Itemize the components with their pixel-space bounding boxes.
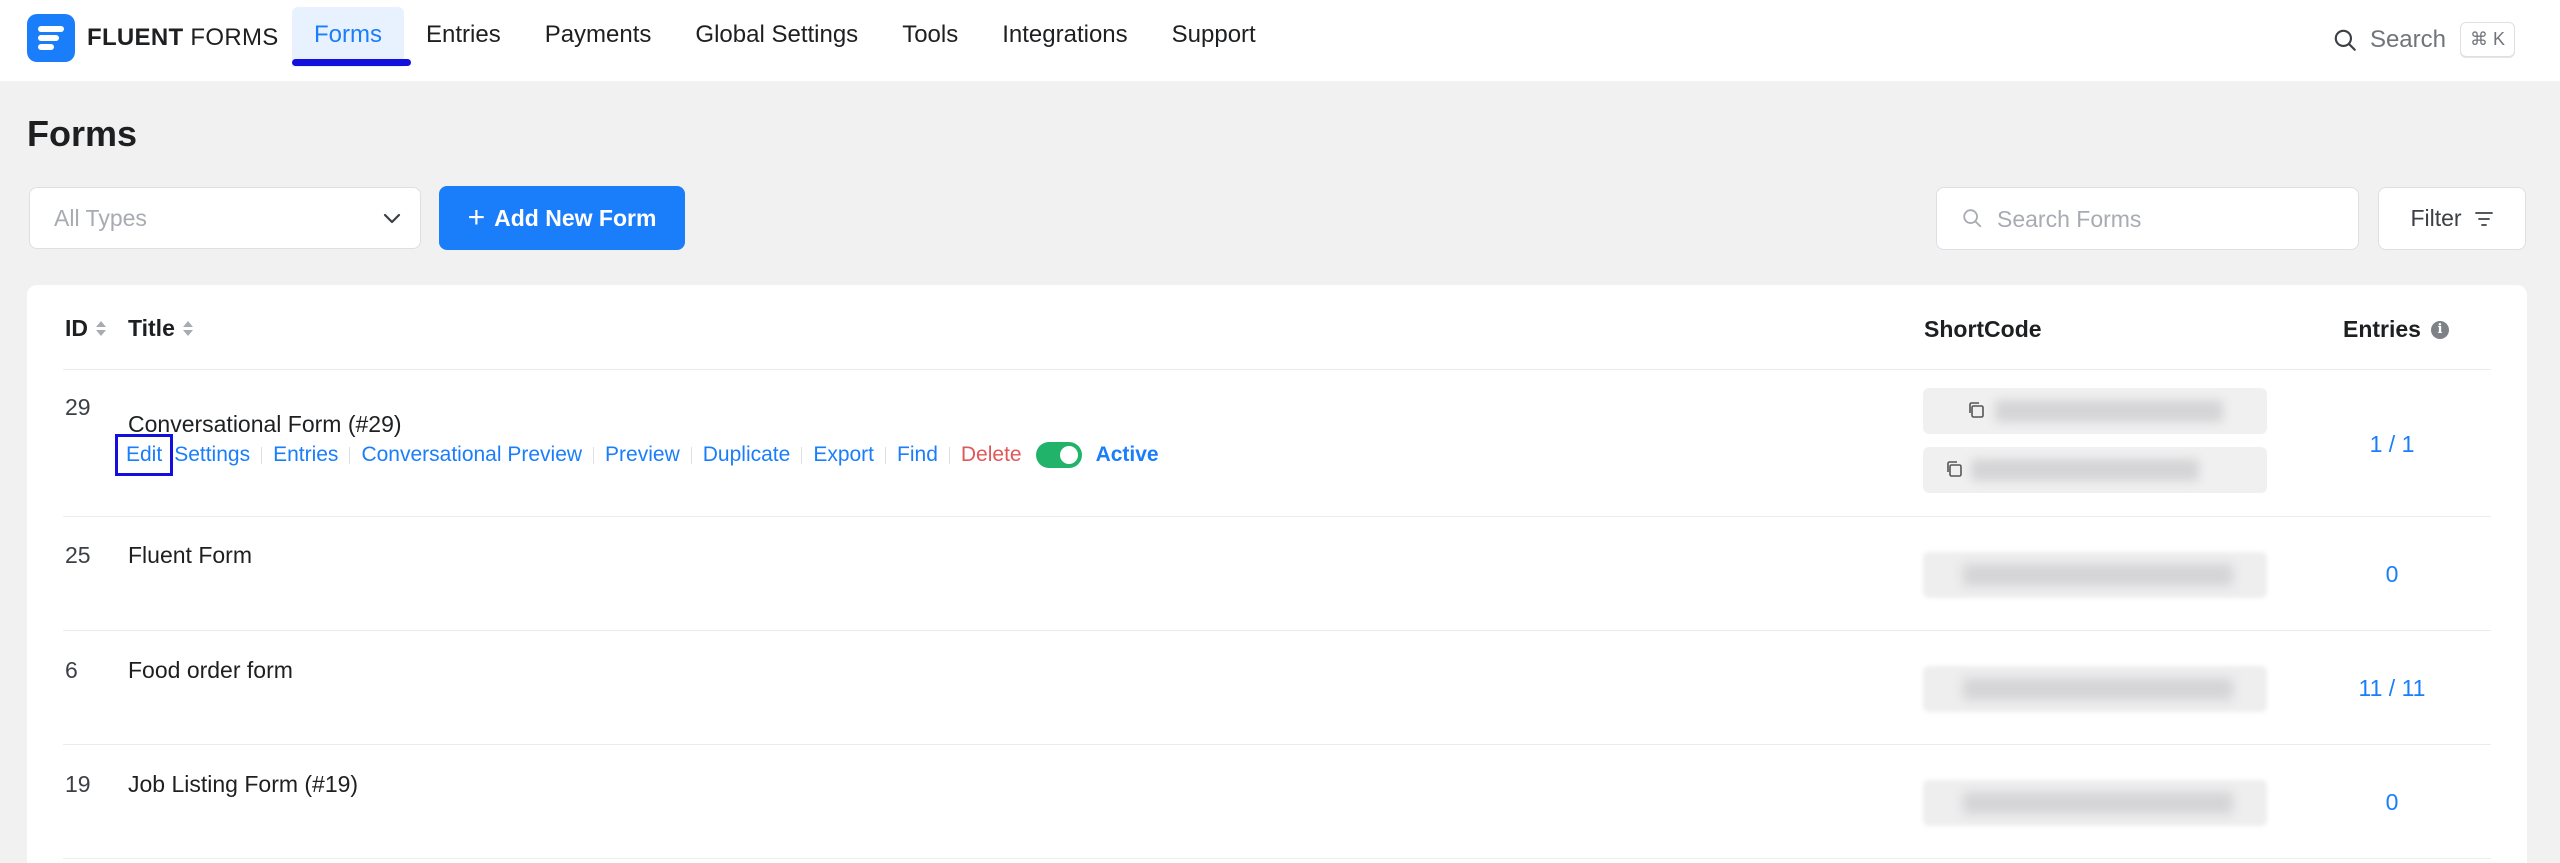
form-id: 19 — [65, 771, 91, 797]
entries-count-link[interactable]: 0 — [2332, 789, 2452, 816]
fluent-forms-logo-icon — [27, 14, 75, 62]
keyboard-shortcut-badge: ⌘ K — [2459, 22, 2515, 57]
form-title[interactable]: Fluent Form — [128, 542, 252, 569]
filter-label: Filter — [2410, 205, 2462, 231]
column-header-entries: Entries i — [2343, 316, 2449, 343]
header-divider — [63, 369, 2491, 370]
delete-action[interactable]: Delete — [961, 443, 1022, 467]
filter-button[interactable]: Filter — [2378, 187, 2526, 250]
entries-count-link[interactable]: 11 / 11 — [2332, 675, 2452, 702]
filter-icon — [2474, 211, 2493, 226]
action-separator — [690, 446, 692, 464]
action-separator — [885, 446, 887, 464]
sort-icon — [182, 321, 193, 336]
global-search[interactable]: Search ⌘ K — [2332, 22, 2515, 57]
info-icon[interactable]: i — [2430, 320, 2449, 339]
blurred-shortcode — [1963, 678, 2233, 700]
copy-icon — [1969, 402, 1984, 418]
nav-item-payments[interactable]: Payments — [523, 7, 674, 67]
search-icon — [1963, 209, 1982, 228]
form-title[interactable]: Food order form — [128, 657, 293, 684]
column-header-shortcode-label: ShortCode — [1924, 316, 2042, 342]
column-header-title[interactable]: Title — [128, 315, 193, 342]
global-search-label: Search — [2369, 25, 2446, 53]
column-header-id-label: ID — [65, 315, 88, 341]
row-divider — [63, 516, 2491, 517]
action-separator — [593, 446, 595, 464]
form-id: 6 — [65, 657, 78, 683]
column-header-entries-label: Entries — [2343, 316, 2421, 342]
action-separator — [349, 446, 351, 464]
entries-count-link[interactable]: 1 / 1 — [2332, 431, 2452, 458]
sort-icon — [96, 321, 106, 336]
shortcode-copy-field[interactable] — [1923, 552, 2267, 598]
form-status-toggle[interactable] — [1035, 442, 1082, 468]
blurred-shortcode — [1971, 459, 2199, 481]
nav-item-entries[interactable]: Entries — [404, 7, 523, 67]
active-nav-indicator — [292, 59, 411, 66]
nav-item-global-settings[interactable]: Global Settings — [673, 7, 880, 67]
brand-name: FLUENT FORMS — [87, 24, 279, 51]
nav-item-support[interactable]: Support — [1150, 7, 1278, 67]
add-new-form-button[interactable]: + Add New Form — [439, 186, 685, 250]
page-title: Forms — [27, 113, 138, 154]
top-navigation-bar: FLUENT FORMS Forms Entries Payments Glob… — [0, 0, 2560, 81]
row-divider — [63, 858, 2491, 859]
shortcode-copy-field[interactable] — [1923, 666, 2267, 712]
search-icon — [2334, 29, 2356, 51]
add-new-form-label: Add New Form — [494, 204, 657, 231]
copy-icon — [1947, 461, 1962, 477]
preview-action[interactable]: Preview — [605, 443, 680, 467]
column-header-shortcode: ShortCode — [1924, 316, 2042, 343]
brand-logo[interactable]: FLUENT FORMS — [27, 14, 279, 62]
form-status-label: Active — [1095, 443, 1159, 466]
action-separator — [948, 446, 950, 464]
shortcode-copy-field[interactable] — [1923, 388, 2267, 434]
forms-table: ID Title ShortCode Entries i 29 Conversa… — [27, 285, 2527, 863]
main-nav: Forms Entries Payments Global Settings T… — [292, 7, 1278, 67]
entries-count-link[interactable]: 0 — [2332, 561, 2452, 588]
nav-item-integrations[interactable]: Integrations — [980, 7, 1149, 67]
action-separator — [801, 446, 803, 464]
nav-item-forms[interactable]: Forms — [292, 7, 404, 67]
nav-item-tools[interactable]: Tools — [880, 7, 980, 67]
form-type-placeholder: All Types — [54, 205, 147, 231]
find-action[interactable]: Find — [897, 443, 938, 467]
shortcode-copy-field[interactable] — [1923, 447, 2267, 493]
blurred-shortcode — [1995, 400, 2223, 422]
form-title[interactable]: Job Listing Form (#19) — [128, 771, 358, 798]
column-header-id[interactable]: ID — [65, 315, 106, 342]
action-separator — [261, 446, 263, 464]
form-id: 25 — [65, 542, 91, 568]
export-action[interactable]: Export — [813, 443, 874, 467]
shortcode-copy-field[interactable] — [1923, 780, 2267, 826]
blurred-shortcode — [1963, 564, 2233, 586]
conversational-preview-action[interactable]: Conversational Preview — [361, 443, 582, 467]
edit-action[interactable]: Edit — [115, 434, 174, 476]
duplicate-action[interactable]: Duplicate — [703, 443, 791, 467]
row-divider — [63, 744, 2491, 745]
form-type-select[interactable]: All Types — [29, 187, 421, 249]
entries-action[interactable]: Entries — [273, 443, 338, 467]
chevron-down-icon — [383, 213, 401, 224]
form-id: 29 — [65, 394, 91, 420]
search-forms-input[interactable]: Search Forms — [1936, 187, 2359, 250]
column-header-title-label: Title — [128, 315, 175, 341]
settings-action[interactable]: Settings — [174, 443, 250, 467]
plus-icon: + — [467, 201, 486, 234]
search-forms-placeholder: Search Forms — [1997, 206, 2142, 232]
row-divider — [63, 630, 2491, 631]
row-actions: Edit Settings Entries Conversational Pre… — [115, 434, 1159, 476]
blurred-shortcode — [1963, 792, 2233, 814]
